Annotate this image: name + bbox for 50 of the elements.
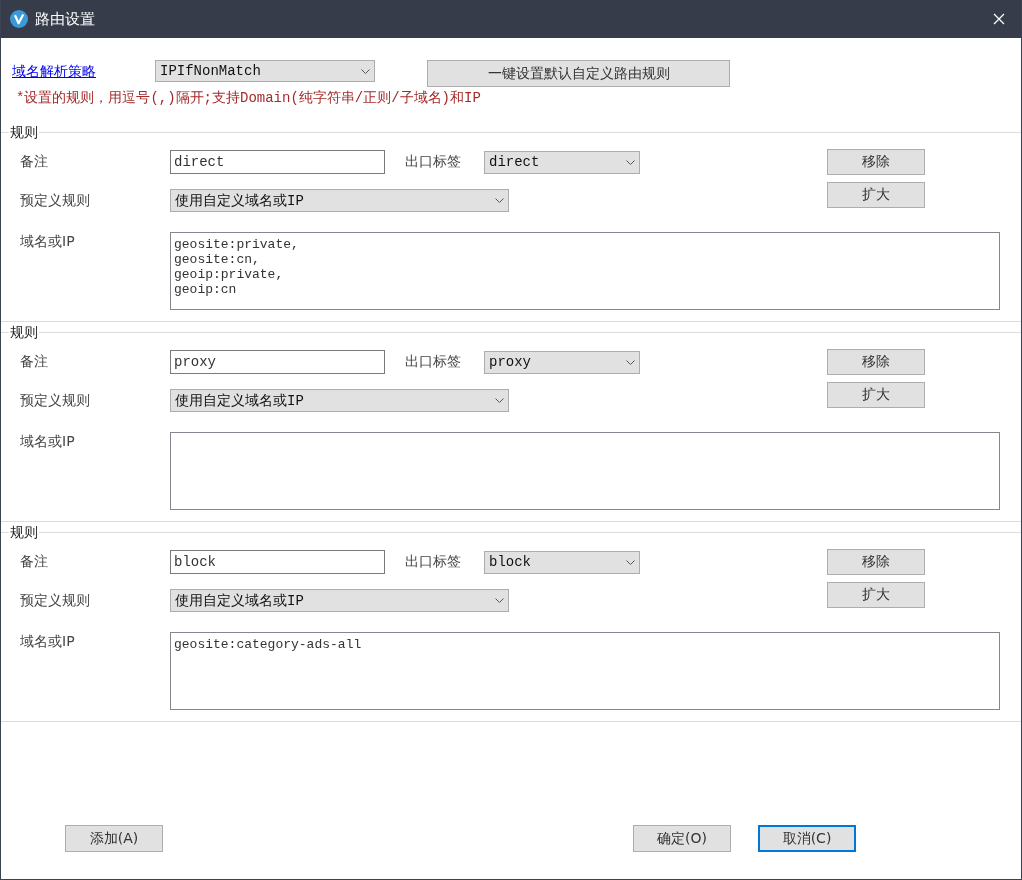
remarks-field[interactable]: proxy [170,350,385,374]
chevron-icon [626,159,635,165]
default-rules-button[interactable]: 一键设置默认自定义路由规则 [427,60,730,87]
add-button[interactable]: 添加(A) [65,825,163,852]
chevron-icon [361,68,370,74]
domain-strategy-select[interactable]: IPIfNonMatch [155,60,375,82]
group-title: 规则 [9,123,39,142]
outbound-label: 出口标签 [405,153,462,171]
domain-ip-field[interactable]: geosite:private, geosite:cn, geoip:private, geoip:cn [170,232,1000,310]
chevron-icon [495,398,504,403]
ok-button[interactable]: 确定(O) [633,825,731,852]
close-icon[interactable] [993,13,1005,25]
outbound-label: 出口标签 [405,553,462,571]
remove-button[interactable]: 移除 [827,149,925,175]
hint-text: *设置的规则，用逗号(,)隔开;支持Domain(纯字符串/正则/子域名)和IP [16,89,482,107]
predefined-label: 预定义规则 [20,191,91,210]
remarks-label: 备注 [20,553,49,571]
app-logo-icon [10,10,28,28]
predefined-label: 预定义规则 [20,591,91,610]
group-title: 规则 [9,523,39,542]
predefined-select[interactable]: 使用自定义域名或IP [170,189,509,212]
outbound-select[interactable]: proxy [484,350,640,374]
outbound-select[interactable]: block [484,550,640,574]
outbound-label: 出口标签 [405,353,462,371]
remove-button[interactable]: 移除 [827,549,925,575]
domain-strategy-link[interactable]: 域名解析策略 [12,60,155,82]
domain-ip-field[interactable]: geosite:category-ads-all [170,632,1000,710]
domain-ip-label: 域名或IP [20,433,76,451]
predefined-label: 预定义规则 [20,391,91,410]
remarks-label: 备注 [20,353,49,371]
chevron-icon [495,598,504,603]
chevron-icon [495,198,504,203]
domain-ip-label: 域名或IP [20,233,76,251]
expand-button[interactable]: 扩大 [827,382,925,408]
expand-button[interactable]: 扩大 [827,182,925,208]
group-title: 规则 [9,323,39,342]
predefined-select[interactable]: 使用自定义域名或IP [170,589,509,612]
remarks-field[interactable]: direct [170,150,385,174]
remove-button[interactable]: 移除 [827,349,925,375]
cancel-button[interactable]: 取消(C) [758,825,856,852]
chevron-icon [626,359,635,365]
remarks-label: 备注 [20,153,49,171]
domain-ip-field[interactable] [170,432,1000,510]
window-title: 路由设置 [35,9,95,29]
outbound-select[interactable]: direct [484,150,640,174]
domain-ip-label: 域名或IP [20,633,76,651]
predefined-select[interactable]: 使用自定义域名或IP [170,389,509,412]
expand-button[interactable]: 扩大 [827,582,925,608]
chevron-icon [626,559,635,565]
remarks-field[interactable]: block [170,550,385,574]
